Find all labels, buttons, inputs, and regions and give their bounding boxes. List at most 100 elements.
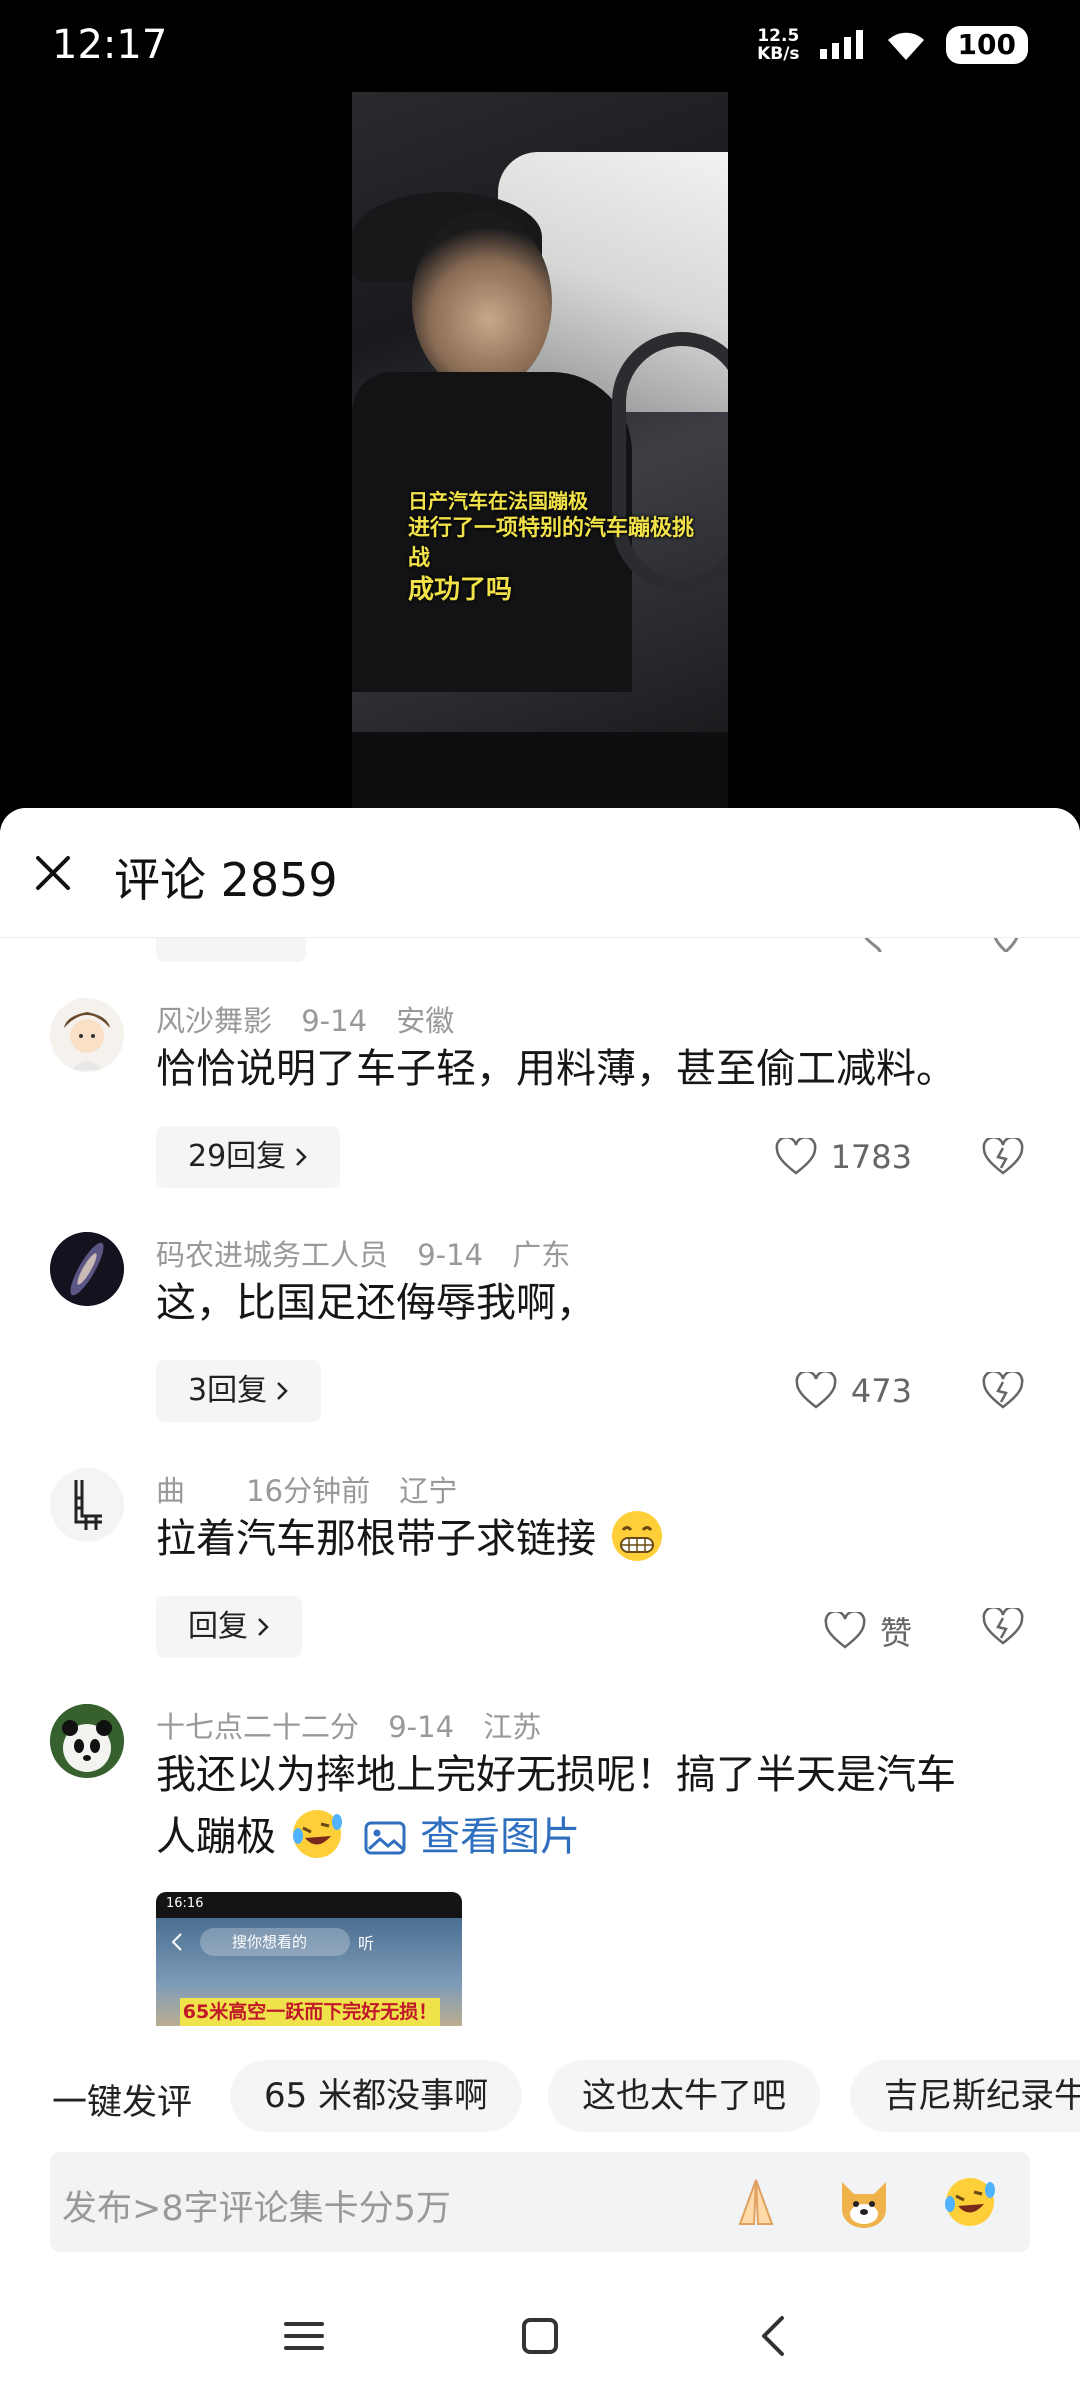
like-button[interactable]: 473 — [795, 1372, 912, 1410]
thumb-search-box: 搜你想看的 — [200, 1928, 350, 1956]
grin-emoji-icon — [611, 1511, 662, 1561]
heart-icon — [775, 1138, 817, 1175]
thumb-back-icon — [171, 1933, 182, 1951]
chevron-right-icon — [277, 1382, 288, 1400]
comment-input[interactable]: 发布>8字评论集卡分5万 — [50, 2152, 1030, 2252]
comment-user[interactable]: 风沙舞影 — [156, 1004, 272, 1038]
wifi-icon — [887, 32, 924, 60]
like-count: 473 — [850, 1372, 912, 1410]
comment-date: 9-14 — [301, 1004, 368, 1038]
folded-hands-emoji-icon[interactable] — [726, 2172, 786, 2232]
status-time: 12:17 — [52, 22, 168, 68]
image-icon[interactable] — [363, 1818, 407, 1858]
comment-text[interactable]: 我还以为摔地上完好无损呢！搞了半天是汽车 人蹦极 查看图片 — [156, 1744, 1036, 1868]
reply-button-partial[interactable] — [156, 938, 306, 962]
caption-line-2: 进行了一项特别的汽车蹦极挑战 — [408, 516, 695, 571]
comment-user[interactable]: 曲 — [156, 1474, 185, 1508]
comment-meta: 十七点二十二分 9-14 江苏 — [156, 1704, 561, 1746]
like-count: 1783 — [830, 1138, 912, 1176]
video-player[interactable]: 日产汽车在法国蹦极 进行了一项特别的汽车蹦极挑战 成功了吗 — [0, 92, 1080, 812]
thumb-listen: 听 — [358, 1934, 375, 1953]
avatar[interactable] — [50, 1468, 124, 1542]
status-icons: 12.5 KB/s 100 — [757, 26, 1028, 64]
chevron-right-icon — [296, 1148, 307, 1166]
rofl-emoji-icon[interactable] — [940, 2172, 1000, 2232]
broken-heart-icon[interactable] — [982, 1372, 1024, 1410]
comment-text-line: 人蹦极 查看图片 — [156, 1806, 1036, 1868]
status-bar: 12:17 12.5 KB/s 100 — [0, 0, 1080, 92]
reply-label: 29回复 — [188, 1139, 287, 1174]
caption-line-3: 成功了吗 — [408, 575, 513, 605]
comment-text-line-2: 人蹦极 — [156, 1814, 276, 1860]
dislike-icon-partial[interactable] — [988, 938, 1024, 952]
comment-sheet: 评论 2859 风沙舞影 9-14 安徽 恰恰说明了车子轻，用料薄，甚至偷工减料… — [0, 808, 1080, 2400]
comment-location: 广东 — [512, 1238, 571, 1272]
reply-label: 3回复 — [188, 1373, 268, 1408]
driver-head — [412, 212, 552, 392]
video-frame: 日产汽车在法国蹦极 进行了一项特别的汽车蹦极挑战 成功了吗 — [352, 92, 728, 812]
thumb-status-time: 16:16 — [166, 1896, 204, 1911]
system-nav-bar — [0, 2276, 1080, 2400]
battery-indicator: 100 — [945, 26, 1028, 64]
comment-user[interactable]: 十七点二十二分 — [156, 1710, 359, 1744]
chevron-right-icon — [258, 1618, 269, 1636]
avatar-chair-sketch — [50, 1468, 124, 1542]
view-image-link[interactable]: 查看图片 — [420, 1814, 580, 1860]
heart-icon — [824, 1612, 866, 1649]
avatar-cartoon-boy — [50, 998, 124, 1072]
like-icon-partial[interactable] — [852, 938, 912, 952]
sheet-header: 评论 2859 — [0, 808, 1080, 938]
comment-location: 江苏 — [483, 1710, 542, 1744]
avatar[interactable] — [50, 998, 124, 1072]
comment-text-line: 我还以为摔地上完好无损呢！搞了半天是汽车 — [156, 1752, 956, 1798]
avatar[interactable] — [50, 1232, 124, 1306]
like-button[interactable]: 赞 — [824, 1608, 912, 1654]
comment-text[interactable]: 这，比国足还侮辱我啊， — [156, 1272, 1036, 1334]
shiba-dog-emoji-icon[interactable] — [834, 2172, 894, 2232]
comment-location: 辽宁 — [399, 1474, 458, 1508]
avatar-panda — [50, 1704, 124, 1778]
comment-image-thumbnail[interactable]: 16:16 搜你想看的 听 65米高空一跃而下完好无损！ — [156, 1892, 462, 2026]
heart-icon — [795, 1372, 837, 1409]
avatar-galaxy — [50, 1232, 124, 1306]
dashboard — [352, 732, 728, 812]
comment-text[interactable]: 恰恰说明了车子轻，用料薄，甚至偷工减料。 — [156, 1038, 1036, 1100]
comment-date: 16分钟前 — [246, 1474, 371, 1508]
like-button[interactable]: 1783 — [775, 1138, 912, 1176]
comment-user[interactable]: 码农进城务工人员 — [156, 1238, 388, 1272]
quick-comment-chip[interactable]: 这也太牛了吧 — [548, 2060, 820, 2132]
close-icon[interactable] — [28, 848, 78, 898]
signal-icon — [819, 30, 863, 59]
comment-meta: 码农进城务工人员 9-14 广东 — [156, 1232, 590, 1274]
quick-comment-chip[interactable]: 吉尼斯纪录牛 — [850, 2060, 1080, 2132]
rofl-emoji-icon — [292, 1810, 342, 1858]
comment-meta: 风沙舞影 9-14 安徽 — [156, 998, 474, 1040]
comment-date: 9-14 — [417, 1238, 484, 1272]
net-speed-value: 12.5 — [757, 26, 800, 46]
avatar[interactable] — [50, 1704, 124, 1778]
reply-label: 回复 — [188, 1609, 248, 1644]
reply-button[interactable]: 29回复 — [156, 1126, 341, 1188]
comment-text[interactable]: 拉着汽车那根带子求链接 — [156, 1508, 1036, 1570]
comment-text-body: 拉着汽车那根带子求链接 — [156, 1516, 596, 1562]
net-speed-unit: KB/s — [757, 44, 800, 64]
broken-heart-icon[interactable] — [982, 1608, 1024, 1646]
reply-button[interactable]: 回复 — [156, 1596, 302, 1658]
network-speed: 12.5 KB/s — [757, 27, 799, 63]
home-icon[interactable] — [510, 2306, 570, 2366]
quick-comment-label: 一键发评 — [52, 2083, 193, 2123]
like-label: 赞 — [879, 1614, 912, 1652]
comments-title: 评论 2859 — [114, 853, 338, 907]
quick-comment-chip[interactable]: 65 米都没事啊 — [230, 2060, 523, 2132]
menu-icon[interactable] — [274, 2306, 334, 2366]
broken-heart-icon[interactable] — [982, 1138, 1024, 1176]
caption-line-1: 日产汽车在法国蹦极 — [408, 489, 588, 513]
comment-meta: 曲 16分钟前 辽宁 — [156, 1468, 477, 1510]
comment-date: 9-14 — [388, 1710, 455, 1744]
reply-button[interactable]: 3回复 — [156, 1360, 322, 1422]
back-icon[interactable] — [744, 2306, 804, 2366]
comment-list[interactable]: 风沙舞影 9-14 安徽 恰恰说明了车子轻，用料薄，甚至偷工减料。 29回复 1… — [0, 938, 1080, 2046]
thumb-caption: 65米高空一跃而下完好无损！ — [180, 1998, 440, 2026]
comment-location: 安徽 — [396, 1004, 455, 1038]
quick-comment-row: 一键发评 65 米都没事啊 这也太牛了吧 吉尼斯纪录牛 — [0, 2056, 1080, 2136]
